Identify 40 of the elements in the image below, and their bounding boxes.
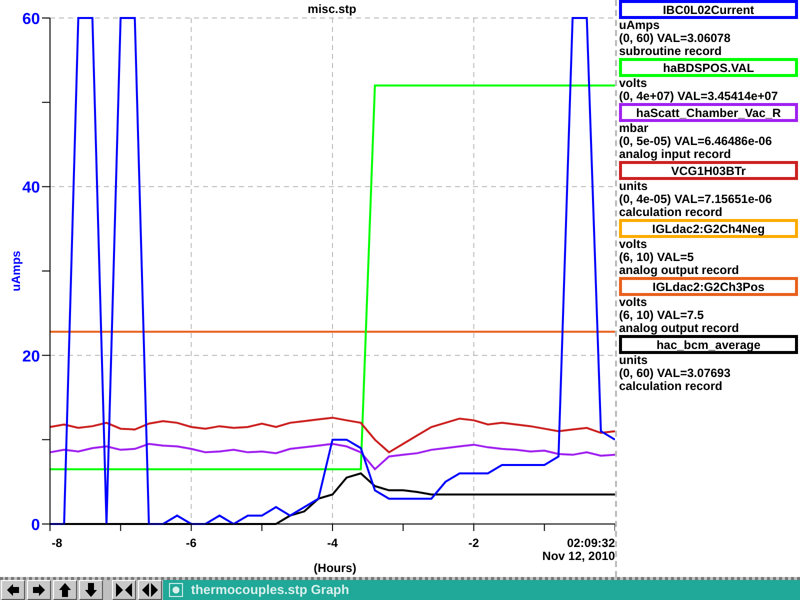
record-type: subroutine record: [619, 45, 723, 58]
record-type: analog output record: [619, 264, 740, 277]
tick-label: -2: [468, 536, 480, 550]
tick-label: -4: [327, 536, 338, 550]
time-label: 02:09:32: [566, 536, 615, 550]
trace-name[interactable]: VCG1H03BTr: [619, 161, 798, 180]
trace-name[interactable]: IGLdac2:G2Ch4Neg: [619, 219, 798, 238]
range-value: (0, 5e-05) VAL=6.46486e-06: [619, 135, 773, 148]
units-label: mbar: [619, 122, 650, 135]
trace-name[interactable]: haBDSPOS.VAL: [619, 58, 798, 77]
range-value: (0, 4e-05) VAL=7.15651e-06: [619, 193, 773, 206]
record-type: analog input record: [619, 148, 732, 161]
units-label: volts: [619, 77, 648, 90]
record-type: calculation record: [619, 380, 724, 393]
tick-label: 60: [22, 11, 40, 28]
range-value: (0, 4e+07) VAL=3.45414e+07: [619, 90, 779, 103]
units-label: units: [619, 354, 649, 367]
units-label: volts: [619, 238, 648, 251]
range-value: (6, 10) VAL=7.5: [619, 309, 705, 322]
tick-label: -6: [186, 536, 197, 550]
axis-label: uAmps: [9, 250, 23, 292]
tick-label: 40: [22, 180, 40, 197]
tick-label: 0: [31, 517, 40, 534]
record-type: calculation record: [619, 206, 724, 219]
units-label: volts: [619, 296, 648, 309]
tick-label: -8: [52, 536, 62, 550]
range-value: (6, 10) VAL=5: [619, 251, 695, 264]
range-value: (0, 60) VAL=3.06078: [619, 32, 732, 45]
units-label: uAmps: [619, 19, 661, 32]
date-label: Nov 12, 2010: [542, 549, 615, 563]
trace-name[interactable]: IGLdac2:G2Ch3Pos: [619, 277, 798, 296]
tick-label: 20: [22, 348, 40, 366]
plot-title: misc.stp: [308, 2, 356, 16]
record-type: analog output record: [619, 322, 740, 335]
range-value: (0, 60) VAL=3.07693: [619, 367, 732, 380]
trace-name[interactable]: IBC0L02Current: [619, 0, 798, 19]
axis-label: (Hours): [314, 561, 356, 575]
units-label: units: [619, 180, 649, 193]
trace-name[interactable]: haScatt_Chamber_Vac_R: [619, 103, 798, 122]
trace-name[interactable]: hac_bcm_average: [619, 335, 798, 354]
